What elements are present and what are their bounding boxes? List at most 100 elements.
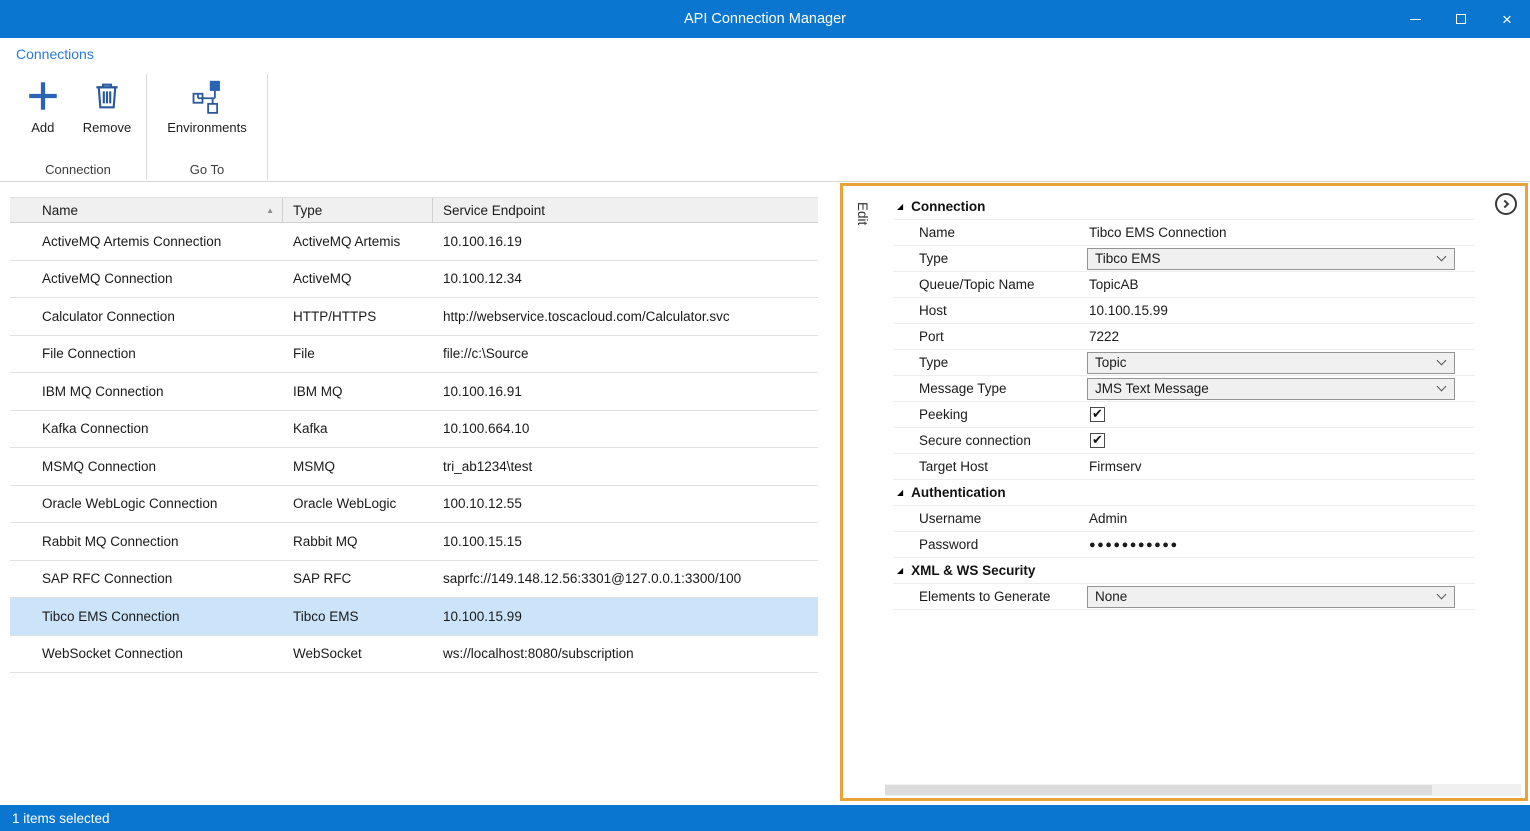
- property-row: Secure connection: [893, 428, 1475, 454]
- column-header-type[interactable]: Type: [283, 198, 433, 222]
- dropdown-select[interactable]: Tibco EMS: [1087, 248, 1455, 270]
- edit-panel: Edit ◢ Connection Name Tibco EMS Connect…: [840, 183, 1528, 801]
- property-row: Peeking: [893, 402, 1475, 428]
- chevron-right-icon: [1501, 200, 1509, 208]
- table-row[interactable]: File Connection File file://c:\Source: [10, 336, 818, 374]
- close-icon: ×: [1502, 11, 1512, 28]
- cell-type: ActiveMQ Artemis: [283, 234, 433, 249]
- remove-button[interactable]: Remove: [77, 72, 137, 137]
- cell-type: Oracle WebLogic: [283, 496, 433, 511]
- field-value[interactable]: Admin: [1087, 511, 1127, 526]
- section-header[interactable]: ◢ Connection: [893, 194, 1475, 220]
- table-row[interactable]: Calculator Connection HTTP/HTTPS http://…: [10, 298, 818, 336]
- property-row: Host 10.100.15.99: [893, 298, 1475, 324]
- field-value[interactable]: 10.100.15.99: [1087, 303, 1168, 318]
- column-header-name-label: Name: [42, 203, 78, 218]
- table-row[interactable]: WebSocket Connection WebSocket ws://loca…: [10, 636, 818, 674]
- environments-button[interactable]: Environments: [161, 72, 252, 137]
- field-value[interactable]: TopicAB: [1087, 277, 1139, 292]
- column-header-name[interactable]: Name ▲: [10, 198, 283, 222]
- checkbox[interactable]: [1090, 407, 1105, 422]
- field-value[interactable]: Tibco EMS Connection: [1087, 225, 1227, 240]
- dropdown-select[interactable]: Topic: [1087, 352, 1455, 374]
- table-row[interactable]: MSMQ Connection MSMQ tri_ab1234\test: [10, 448, 818, 486]
- section-title: XML & WS Security: [911, 563, 1035, 578]
- status-bar: 1 items selected: [0, 805, 1530, 831]
- table-row[interactable]: Kafka Connection Kafka 10.100.664.10: [10, 411, 818, 449]
- cell-type: MSMQ: [283, 459, 433, 474]
- property-row: Type Tibco EMS: [893, 246, 1475, 272]
- cell-endpoint: 10.100.16.19: [433, 234, 818, 249]
- collapse-panel-button[interactable]: [1495, 193, 1517, 215]
- cell-endpoint: 10.100.15.15: [433, 534, 818, 549]
- cell-name: SAP RFC Connection: [10, 571, 283, 586]
- column-header-endpoint[interactable]: Service Endpoint: [433, 198, 818, 222]
- property-row: Port 7222: [893, 324, 1475, 350]
- chevron-down-icon: [1437, 590, 1447, 600]
- cell-name: Tibco EMS Connection: [10, 609, 283, 624]
- field-value: None: [1095, 589, 1127, 604]
- cell-endpoint: 10.100.15.99: [433, 609, 818, 624]
- property-row: Message Type JMS Text Message: [893, 376, 1475, 402]
- close-button[interactable]: ×: [1484, 0, 1530, 38]
- chevron-down-icon: [1437, 252, 1447, 262]
- cell-type: File: [283, 346, 433, 361]
- property-row: Target Host Firmserv: [893, 454, 1475, 480]
- edit-horizontal-scrollbar[interactable]: [885, 784, 1521, 796]
- cell-endpoint: saprfc://149.148.12.56:3301@127.0.0.1:33…: [433, 571, 818, 586]
- maximize-button[interactable]: [1438, 0, 1484, 38]
- table-row[interactable]: SAP RFC Connection SAP RFC saprfc://149.…: [10, 561, 818, 599]
- sort-ascending-icon: ▲: [266, 206, 274, 215]
- cell-type: Kafka: [283, 421, 433, 436]
- plus-icon: [25, 74, 61, 118]
- field-label: Type: [893, 251, 1087, 266]
- maximize-icon: [1456, 14, 1466, 24]
- cell-name: File Connection: [10, 346, 283, 361]
- environments-button-label: Environments: [167, 120, 246, 135]
- cell-name: IBM MQ Connection: [10, 384, 283, 399]
- section-header[interactable]: ◢ Authentication: [893, 480, 1475, 506]
- section-title: Authentication: [911, 485, 1006, 500]
- table-row[interactable]: Tibco EMS Connection Tibco EMS 10.100.15…: [10, 598, 818, 636]
- table-row[interactable]: ActiveMQ Artemis Connection ActiveMQ Art…: [10, 223, 818, 261]
- property-row: Username Admin: [893, 506, 1475, 532]
- dropdown-select[interactable]: JMS Text Message: [1087, 378, 1455, 400]
- field-label: Type: [893, 355, 1087, 370]
- cell-name: Oracle WebLogic Connection: [10, 496, 283, 511]
- add-button[interactable]: Add: [19, 72, 67, 137]
- expander-icon: ◢: [897, 489, 903, 497]
- tab-connections[interactable]: Connections: [16, 46, 94, 62]
- field-label: Secure connection: [893, 433, 1087, 448]
- field-label: Queue/Topic Name: [893, 277, 1087, 292]
- cell-type: WebSocket: [283, 646, 433, 661]
- chevron-down-icon: [1437, 356, 1447, 366]
- checkbox[interactable]: [1090, 433, 1105, 448]
- table-row[interactable]: IBM MQ Connection IBM MQ 10.100.16.91: [10, 373, 818, 411]
- table-row[interactable]: ActiveMQ Connection ActiveMQ 10.100.12.3…: [10, 261, 818, 299]
- field-value: Topic: [1095, 355, 1127, 370]
- table-row[interactable]: Rabbit MQ Connection Rabbit MQ 10.100.15…: [10, 523, 818, 561]
- ribbon-separator: [267, 74, 268, 180]
- status-text: 1 items selected: [12, 811, 110, 826]
- app-window: API Connection Manager × Connections Add: [0, 0, 1530, 831]
- property-row: Type Topic: [893, 350, 1475, 376]
- dropdown-select[interactable]: None: [1087, 586, 1455, 608]
- section-title: Connection: [911, 199, 985, 214]
- table-row[interactable]: Oracle WebLogic Connection Oracle WebLog…: [10, 486, 818, 524]
- field-label: Port: [893, 329, 1087, 344]
- minimize-button[interactable]: [1392, 0, 1438, 38]
- cell-type: SAP RFC: [283, 571, 433, 586]
- cell-endpoint: file://c:\Source: [433, 346, 818, 361]
- field-value[interactable]: 7222: [1087, 329, 1119, 344]
- password-field-value[interactable]: ●●●●●●●●●●●: [1087, 539, 1179, 551]
- ribbon-tabs: Connections: [0, 38, 1530, 70]
- cell-name: ActiveMQ Connection: [10, 271, 283, 286]
- property-row: Elements to Generate None: [893, 584, 1475, 610]
- connections-table: Name ▲ Type Service Endpoint ActiveMQ Ar…: [10, 197, 818, 673]
- section-header[interactable]: ◢ XML & WS Security: [893, 558, 1475, 584]
- scrollbar-thumb[interactable]: [885, 785, 1432, 795]
- cell-name: Calculator Connection: [10, 309, 283, 324]
- edit-tab[interactable]: Edit: [843, 186, 885, 798]
- expander-icon: ◢: [897, 567, 903, 575]
- field-value[interactable]: Firmserv: [1087, 459, 1142, 474]
